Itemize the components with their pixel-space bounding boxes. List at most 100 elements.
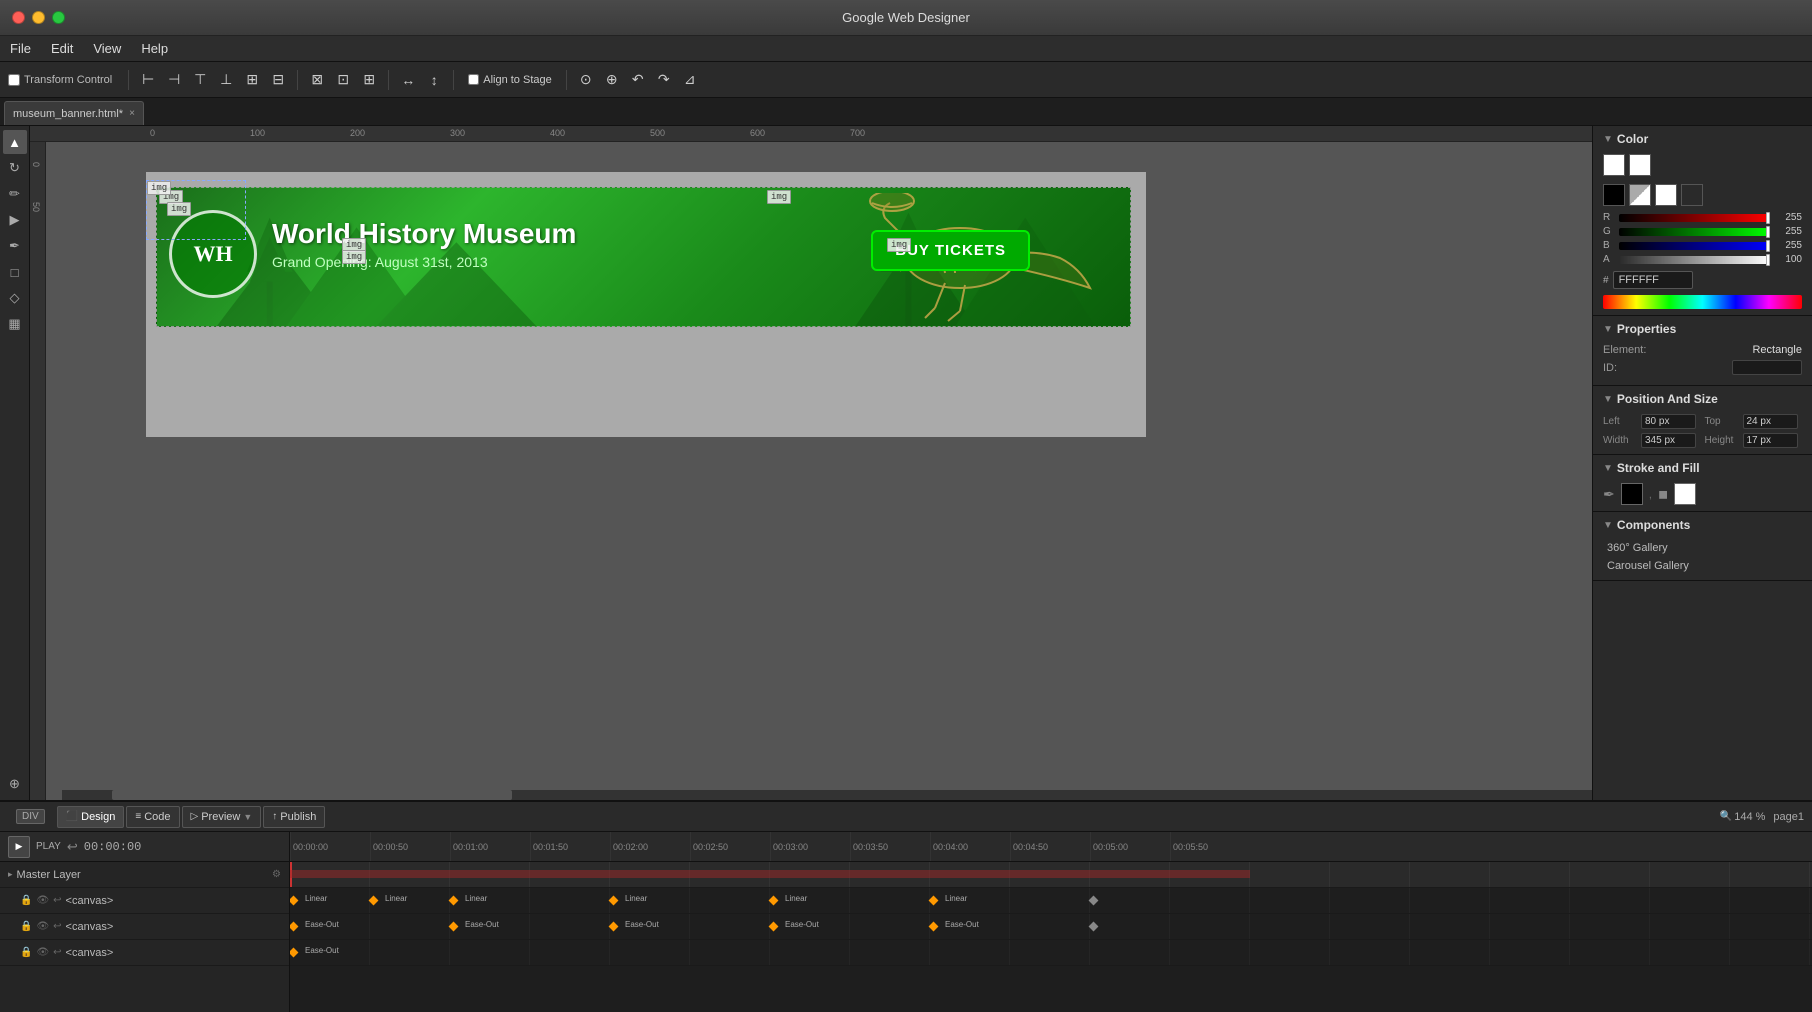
lock-icon-2[interactable]: 🔒	[20, 921, 32, 932]
copy-size-btn[interactable]: ⊙	[575, 69, 597, 91]
close-button[interactable]	[12, 11, 25, 24]
banner[interactable]: WH World History Museum Grand Opening: A…	[156, 187, 1131, 327]
swatch-gradient[interactable]	[1629, 184, 1651, 206]
top-input[interactable]	[1743, 414, 1798, 429]
publish-tab-btn[interactable]: ↑ Publish	[263, 806, 325, 828]
components-section: ▼ Components 360° Gallery Carousel Galle…	[1593, 512, 1812, 581]
stroke-fill-section: ▼ Stroke and Fill ✒ , ◼	[1593, 455, 1812, 512]
align-center-h-btn[interactable]: ⊣	[163, 69, 185, 91]
color-spectrum[interactable]	[1603, 295, 1802, 309]
code-tab-btn[interactable]: ≡ Code	[126, 806, 179, 828]
pen-tool-btn[interactable]: ✒	[3, 234, 27, 258]
layer-undo-3[interactable]: ↩	[53, 947, 61, 958]
swatch-black[interactable]	[1603, 184, 1625, 206]
stroke-color-swatch[interactable]	[1621, 483, 1643, 505]
swatch-white-3[interactable]	[1655, 184, 1677, 206]
a-value: 100	[1774, 254, 1802, 265]
minimize-button[interactable]	[32, 11, 45, 24]
timeline-undo-btn[interactable]: ↩	[67, 839, 78, 855]
play-btn[interactable]: ▶	[8, 836, 30, 858]
align-top-btn[interactable]: ⊥	[215, 69, 237, 91]
3d-rotate-tool-btn[interactable]: ↻	[3, 156, 27, 180]
master-gear-icon[interactable]: ⚙	[272, 869, 281, 880]
maximize-button[interactable]	[52, 11, 65, 24]
align-to-stage-label[interactable]: Align to Stage	[462, 71, 558, 89]
redo-transform-btn[interactable]: ↷	[653, 69, 675, 91]
canvas-track-3-row[interactable]: Ease-Out	[290, 940, 1812, 966]
fill-color-swatch[interactable]	[1674, 483, 1696, 505]
timeline-layers: ▸ Master Layer ⚙ 🔒 👁 ↩ <canvas> 🔒 👁 ↩ <c…	[0, 862, 289, 966]
menu-view[interactable]: View	[93, 41, 121, 56]
bottom-toolbar: DIV ⬛ Design ≡ Code ▷ Preview ▼ ↑ Publis…	[0, 802, 1812, 832]
component-carousel-gallery[interactable]: Carousel Gallery	[1603, 558, 1802, 574]
menubar: File Edit View Help	[0, 36, 1812, 62]
window-controls[interactable]	[12, 11, 65, 24]
selection-tool-btn[interactable]: ▲	[3, 130, 27, 154]
paste-size-btn[interactable]: ⊕	[601, 69, 623, 91]
color-section-header[interactable]: ▼ Color	[1603, 132, 1802, 146]
lock-icon-1[interactable]: 🔒	[20, 895, 32, 906]
dist-v-btn[interactable]: ⊡	[332, 69, 354, 91]
align-bottom-btn[interactable]: ⊟	[267, 69, 289, 91]
menu-file[interactable]: File	[10, 41, 31, 56]
rectangle-tool-btn[interactable]: □	[3, 260, 27, 284]
zoom-tool-btn[interactable]: ⊕	[3, 772, 27, 796]
vis-icon-1[interactable]: 👁	[36, 895, 49, 906]
preview-dropdown-arrow[interactable]: ▼	[243, 812, 252, 822]
tab-museum-banner[interactable]: museum_banner.html* ×	[4, 101, 144, 125]
canvas-track-2-row[interactable]: Ease-Out Ease-Out Ease-Out Ease-Out Ease…	[290, 914, 1812, 940]
lock-icon-3[interactable]: 🔒	[20, 947, 32, 958]
swatch-transparent[interactable]	[1681, 184, 1703, 206]
buy-tickets-btn[interactable]: BUY TICKETS	[871, 230, 1030, 271]
width-input[interactable]	[1641, 433, 1696, 448]
main-layout: ▲ ↻ ✏ ▶ ✒ □ ◇ ▦ ⊕ 0 100 200 300 400 500 …	[0, 126, 1812, 800]
canvas-inner[interactable]: WH World History Museum Grand Opening: A…	[46, 142, 1592, 800]
align-to-stage-checkbox[interactable]	[468, 74, 479, 85]
components-section-header[interactable]: ▼ Components	[1603, 518, 1802, 532]
transform-control-label: Transform Control	[24, 74, 112, 86]
properties-section-header[interactable]: ▼ Properties	[1603, 322, 1802, 336]
vis-icon-2[interactable]: 👁	[36, 921, 49, 932]
undo-transform-btn[interactable]: ↶	[627, 69, 649, 91]
design-tab-btn[interactable]: ⬛ Design	[57, 806, 125, 828]
id-input[interactable]	[1732, 360, 1802, 375]
timeline-left: ▶ PLAY ↩ 00:00:00 ▸ Master Layer ⚙ 🔒 👁 ↩…	[0, 832, 290, 1012]
canvas-h-scrollbar[interactable]	[62, 790, 1592, 800]
align-center-v-btn[interactable]: ⊞	[241, 69, 263, 91]
master-expand-icon[interactable]: ▸	[8, 869, 13, 880]
stage[interactable]: WH World History Museum Grand Opening: A…	[146, 172, 1146, 437]
flip-h-btn[interactable]: ↔	[397, 69, 419, 91]
flip-v-btn[interactable]: ↕	[423, 69, 445, 91]
layer-undo-2[interactable]: ↩	[53, 921, 61, 932]
hex-symbol: #	[1603, 275, 1609, 286]
tab-close-btn[interactable]: ×	[129, 109, 135, 119]
gallery-tool-btn[interactable]: ▦	[3, 312, 27, 336]
align-left-btn[interactable]: ⊢	[137, 69, 159, 91]
stroke-fill-header[interactable]: ▼ Stroke and Fill	[1603, 461, 1802, 475]
menu-edit[interactable]: Edit	[51, 41, 73, 56]
vis-icon-3[interactable]: 👁	[36, 947, 49, 958]
component-360-gallery[interactable]: 360° Gallery	[1603, 540, 1802, 556]
dist-h-btn[interactable]: ⊠	[306, 69, 328, 91]
toolbar-sep-4	[453, 70, 454, 90]
align-mid-btn[interactable]: ⊞	[358, 69, 380, 91]
h-scrollbar-thumb[interactable]	[112, 790, 512, 800]
arrange-btn[interactable]: ⊿	[679, 69, 701, 91]
video-tool-btn[interactable]: ▶	[3, 208, 27, 232]
swatch-white-2[interactable]	[1629, 154, 1651, 176]
pencil-tool-btn[interactable]: ✏	[3, 182, 27, 206]
height-input[interactable]	[1743, 433, 1798, 448]
menu-help[interactable]: Help	[141, 41, 168, 56]
hex-input[interactable]	[1613, 271, 1693, 289]
preview-tab-btn[interactable]: ▷ Preview ▼	[182, 806, 262, 828]
layer-undo-1[interactable]: ↩	[53, 895, 61, 906]
master-track-row[interactable]	[290, 862, 1812, 888]
align-right-btn[interactable]: ⊤	[189, 69, 211, 91]
left-input[interactable]	[1641, 414, 1696, 429]
canvas-track-1-row[interactable]: Linear Linear Linear Linear Linear Linea…	[290, 888, 1812, 914]
swatch-white[interactable]	[1603, 154, 1625, 176]
transform-control-checkbox[interactable]	[8, 74, 20, 86]
canvas-area[interactable]: 0 100 200 300 400 500 600 700 0 50	[30, 126, 1592, 800]
shape-tool-btn[interactable]: ◇	[3, 286, 27, 310]
position-section-header[interactable]: ▼ Position And Size	[1603, 392, 1802, 406]
